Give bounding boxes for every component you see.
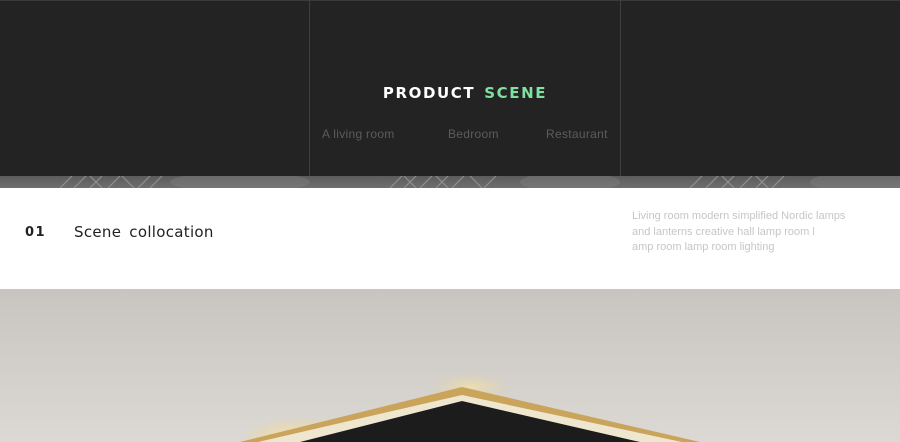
description-line: and lanterns creative hall lamp room l bbox=[632, 225, 815, 238]
banner-title: PRODUCT SCENE bbox=[0, 84, 900, 102]
section-heading: Scene collocation bbox=[74, 223, 214, 241]
ceiling-lamp-image bbox=[0, 289, 900, 442]
tab-bedroom[interactable]: Bedroom bbox=[448, 127, 499, 141]
banner-top-border bbox=[0, 0, 900, 1]
lattice-pattern-icon bbox=[59, 176, 900, 188]
banner-title-primary: PRODUCT bbox=[382, 84, 476, 102]
tab-restaurant[interactable]: Restaurant bbox=[546, 127, 608, 141]
decorative-pattern-strip bbox=[0, 176, 900, 188]
scene-photo bbox=[0, 289, 900, 442]
banner-title-accent: SCENE bbox=[484, 84, 548, 102]
section-number: 01 bbox=[25, 225, 47, 240]
tab-living-room[interactable]: A living room bbox=[322, 127, 395, 141]
section-description: Living room modern simplified Nordic lam… bbox=[632, 209, 872, 256]
description-line: amp room lamp room lighting bbox=[632, 241, 775, 253]
scene-banner: PRODUCT SCENE A living room Bedroom Resta… bbox=[0, 0, 900, 176]
scene-info-row: 01 Scene collocation Living room modern … bbox=[0, 188, 900, 289]
description-line: Living room modern simplified Nordic lam… bbox=[632, 210, 846, 222]
